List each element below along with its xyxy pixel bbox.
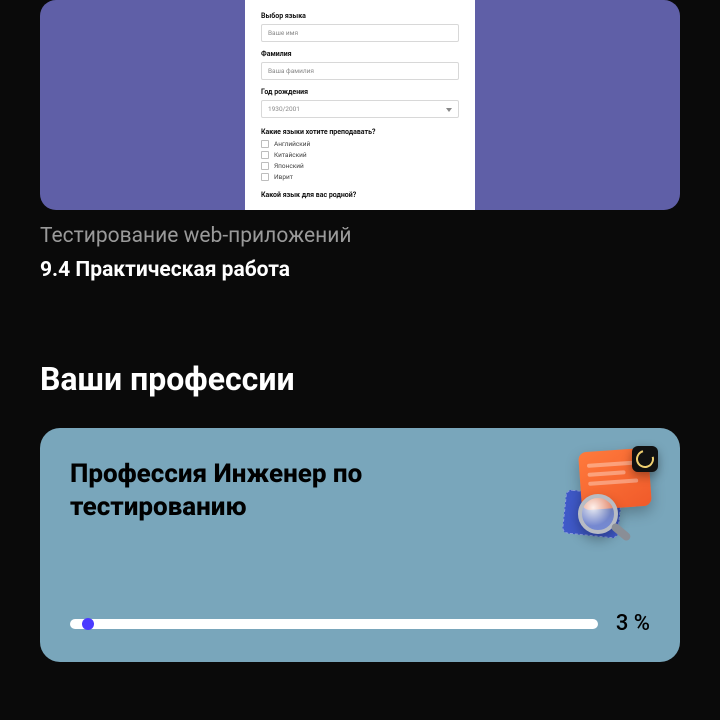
hourglass-icon <box>632 446 658 472</box>
progress-row: 3 % <box>70 611 650 636</box>
checkbox-label: Китайский <box>274 151 307 159</box>
form-label-surname: Фамилия <box>261 50 459 58</box>
progress-percent-label: 3 % <box>616 611 650 636</box>
checkbox-label: Иврит <box>274 173 293 181</box>
profession-title: Профессия Инженер по тестированию <box>70 458 470 523</box>
checkbox-row: Китайский <box>261 151 459 159</box>
checkbox-icon <box>261 173 269 181</box>
section-heading-professions: Ваши профессии <box>40 360 680 398</box>
form-select-year: 1930/2001 <box>261 100 459 118</box>
form-question-languages: Какие языки хотите преподавать? <box>261 128 459 136</box>
checkbox-icon <box>261 140 269 148</box>
profession-illustration <box>564 450 654 540</box>
form-input-name: Ваше имя <box>261 24 459 42</box>
magnifier-icon <box>578 494 618 534</box>
checkbox-label: Японский <box>274 162 304 170</box>
checkbox-icon <box>261 151 269 159</box>
form-question-native: Какой язык для вас родной? <box>261 191 459 199</box>
form-label-year: Год рождения <box>261 88 459 96</box>
checkbox-row: Иврит <box>261 173 459 181</box>
course-thumbnail[interactable]: Выбор языка Ваше имя Фамилия Ваша фамили… <box>40 0 680 210</box>
form-input-surname: Ваша фамилия <box>261 62 459 80</box>
progress-bar <box>70 619 598 629</box>
checkbox-row: Японский <box>261 162 459 170</box>
form-label-language: Выбор языка <box>261 12 459 20</box>
progress-indicator <box>82 618 94 630</box>
checkbox-icon <box>261 162 269 170</box>
form-mock: Выбор языка Ваше имя Фамилия Ваша фамили… <box>245 0 475 210</box>
profession-card[interactable]: Профессия Инженер по тестированию 3 % <box>40 428 680 662</box>
checkbox-row: Английский <box>261 140 459 148</box>
course-category: Тестирование web-приложений <box>40 224 680 248</box>
checkbox-label: Английский <box>274 140 310 148</box>
course-title: 9.4 Практическая работа <box>40 258 680 282</box>
